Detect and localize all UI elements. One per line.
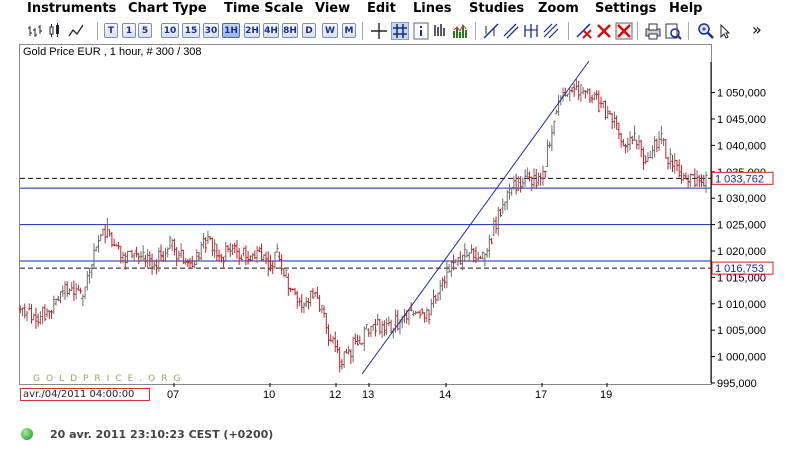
y-tick-label: 1 020,000 bbox=[717, 246, 766, 258]
delete-line-icon[interactable] bbox=[575, 22, 593, 40]
menu-zoom[interactable]: Zoom bbox=[538, 0, 579, 17]
timeframe-2h-button[interactable]: 2H bbox=[244, 23, 260, 38]
timeframe-30-button[interactable]: 30 bbox=[203, 23, 219, 38]
menu-time-scale[interactable]: Time Scale bbox=[224, 0, 303, 17]
menu-lines[interactable]: Lines bbox=[413, 0, 452, 17]
x-tick-label: 13 bbox=[362, 389, 374, 401]
line-chart-icon[interactable] bbox=[68, 22, 86, 40]
x-tick-label: 07 bbox=[167, 389, 179, 401]
timeframe-t-button[interactable]: T bbox=[104, 23, 118, 38]
y-tick-label: 1 025,000 bbox=[717, 220, 766, 232]
y-tick-label: 1 030,000 bbox=[717, 193, 766, 205]
x-tick-label: 17 bbox=[535, 389, 547, 401]
zoom-in-icon[interactable] bbox=[697, 22, 715, 40]
volume-bars-icon[interactable] bbox=[452, 22, 470, 40]
toolbar-separator bbox=[688, 22, 689, 40]
timeframe-d-button[interactable]: D bbox=[302, 23, 316, 38]
grid-icon[interactable] bbox=[391, 22, 409, 40]
y-tick-label: 1 040,000 bbox=[717, 140, 766, 152]
timeframe-10-button[interactable]: 10 bbox=[161, 23, 179, 38]
toolbar-separator bbox=[568, 22, 569, 40]
y-tick-label: 1 045,000 bbox=[717, 114, 766, 126]
more-tools-button[interactable]: » bbox=[752, 20, 762, 39]
volume-icon[interactable] bbox=[432, 22, 450, 40]
menu-chart-type[interactable]: Chart Type bbox=[128, 0, 207, 17]
y-tick-label: 1 005,000 bbox=[717, 325, 766, 337]
menu-edit[interactable]: Edit bbox=[367, 0, 396, 17]
delete-all-icon[interactable] bbox=[615, 22, 633, 40]
toolbar: T 1 5 10 15 30 1H 2H 4H 8H D W M» bbox=[0, 19, 791, 45]
y-tick-label: 995,000 bbox=[717, 378, 757, 390]
timeframe-4h-button[interactable]: 4H bbox=[263, 23, 279, 38]
x-tick-label: 10 bbox=[263, 389, 275, 401]
chart-title: Gold Price EUR , 1 hour, # 300 / 308 bbox=[23, 46, 202, 58]
toolbar-separator bbox=[637, 22, 638, 40]
bar-chart-icon[interactable] bbox=[27, 22, 45, 40]
crosshair-icon[interactable] bbox=[370, 22, 388, 40]
print-preview-icon[interactable] bbox=[664, 22, 682, 40]
price-label-box bbox=[711, 171, 774, 185]
fibonacci-icon[interactable] bbox=[522, 22, 540, 40]
timeframe-5-button[interactable]: 5 bbox=[138, 23, 152, 38]
y-tick-label: 1 010,000 bbox=[717, 299, 766, 311]
menu-view[interactable]: View bbox=[315, 0, 350, 17]
price-label: 1 033,762 bbox=[715, 173, 764, 185]
candle-chart-icon[interactable] bbox=[48, 22, 66, 40]
parallel-lines-icon[interactable] bbox=[542, 22, 560, 40]
timeframe-1-button[interactable]: 1 bbox=[122, 23, 136, 38]
timeframe-w-button[interactable]: W bbox=[322, 23, 338, 38]
toolbar-separator bbox=[362, 22, 363, 40]
menu-help[interactable]: Help bbox=[669, 0, 702, 17]
status-timestamp: 20 avr. 2011 23:10:23 CEST (+0200) bbox=[50, 428, 274, 441]
menu-instruments[interactable]: Instruments bbox=[27, 0, 116, 17]
channel-icon[interactable] bbox=[502, 22, 520, 40]
y-tick-label: 1 015,000 bbox=[717, 272, 766, 284]
connection-status-icon bbox=[21, 428, 33, 440]
price-label-box bbox=[711, 261, 774, 275]
x-tick-label: 14 bbox=[439, 389, 451, 401]
trendline-icon[interactable] bbox=[482, 22, 500, 40]
y-tick-label: 1 050,000 bbox=[717, 88, 766, 100]
price-label: 1 016,753 bbox=[715, 263, 764, 275]
timeframe-15-button[interactable]: 15 bbox=[182, 23, 200, 38]
print-icon[interactable] bbox=[644, 22, 662, 40]
timeframe-8h-button[interactable]: 8H bbox=[282, 23, 298, 38]
x-tick-label: 12 bbox=[329, 389, 341, 401]
timeframe-1h-button[interactable]: 1H bbox=[222, 23, 240, 38]
y-tick-label: 1 000,000 bbox=[717, 352, 766, 364]
menu-studies[interactable]: Studies bbox=[469, 0, 524, 17]
toolbar-separator bbox=[97, 22, 98, 40]
info-icon[interactable] bbox=[412, 22, 430, 40]
x-tick-label: 19 bbox=[600, 389, 612, 401]
chart-area[interactable] bbox=[19, 44, 712, 385]
timeframe-m-button[interactable]: M bbox=[342, 23, 356, 38]
toolbar-separator bbox=[475, 22, 476, 40]
cursor-icon[interactable] bbox=[717, 22, 735, 40]
delete-icon[interactable] bbox=[595, 22, 613, 40]
menu-bar: Instruments Chart Type Time Scale View Edit L… bbox=[0, 0, 791, 18]
y-tick-label: 1 035,000 bbox=[717, 167, 766, 179]
cursor-date-label: avr./04/2011 04:00:00 bbox=[20, 388, 150, 401]
menu-settings[interactable]: Settings bbox=[595, 0, 656, 17]
